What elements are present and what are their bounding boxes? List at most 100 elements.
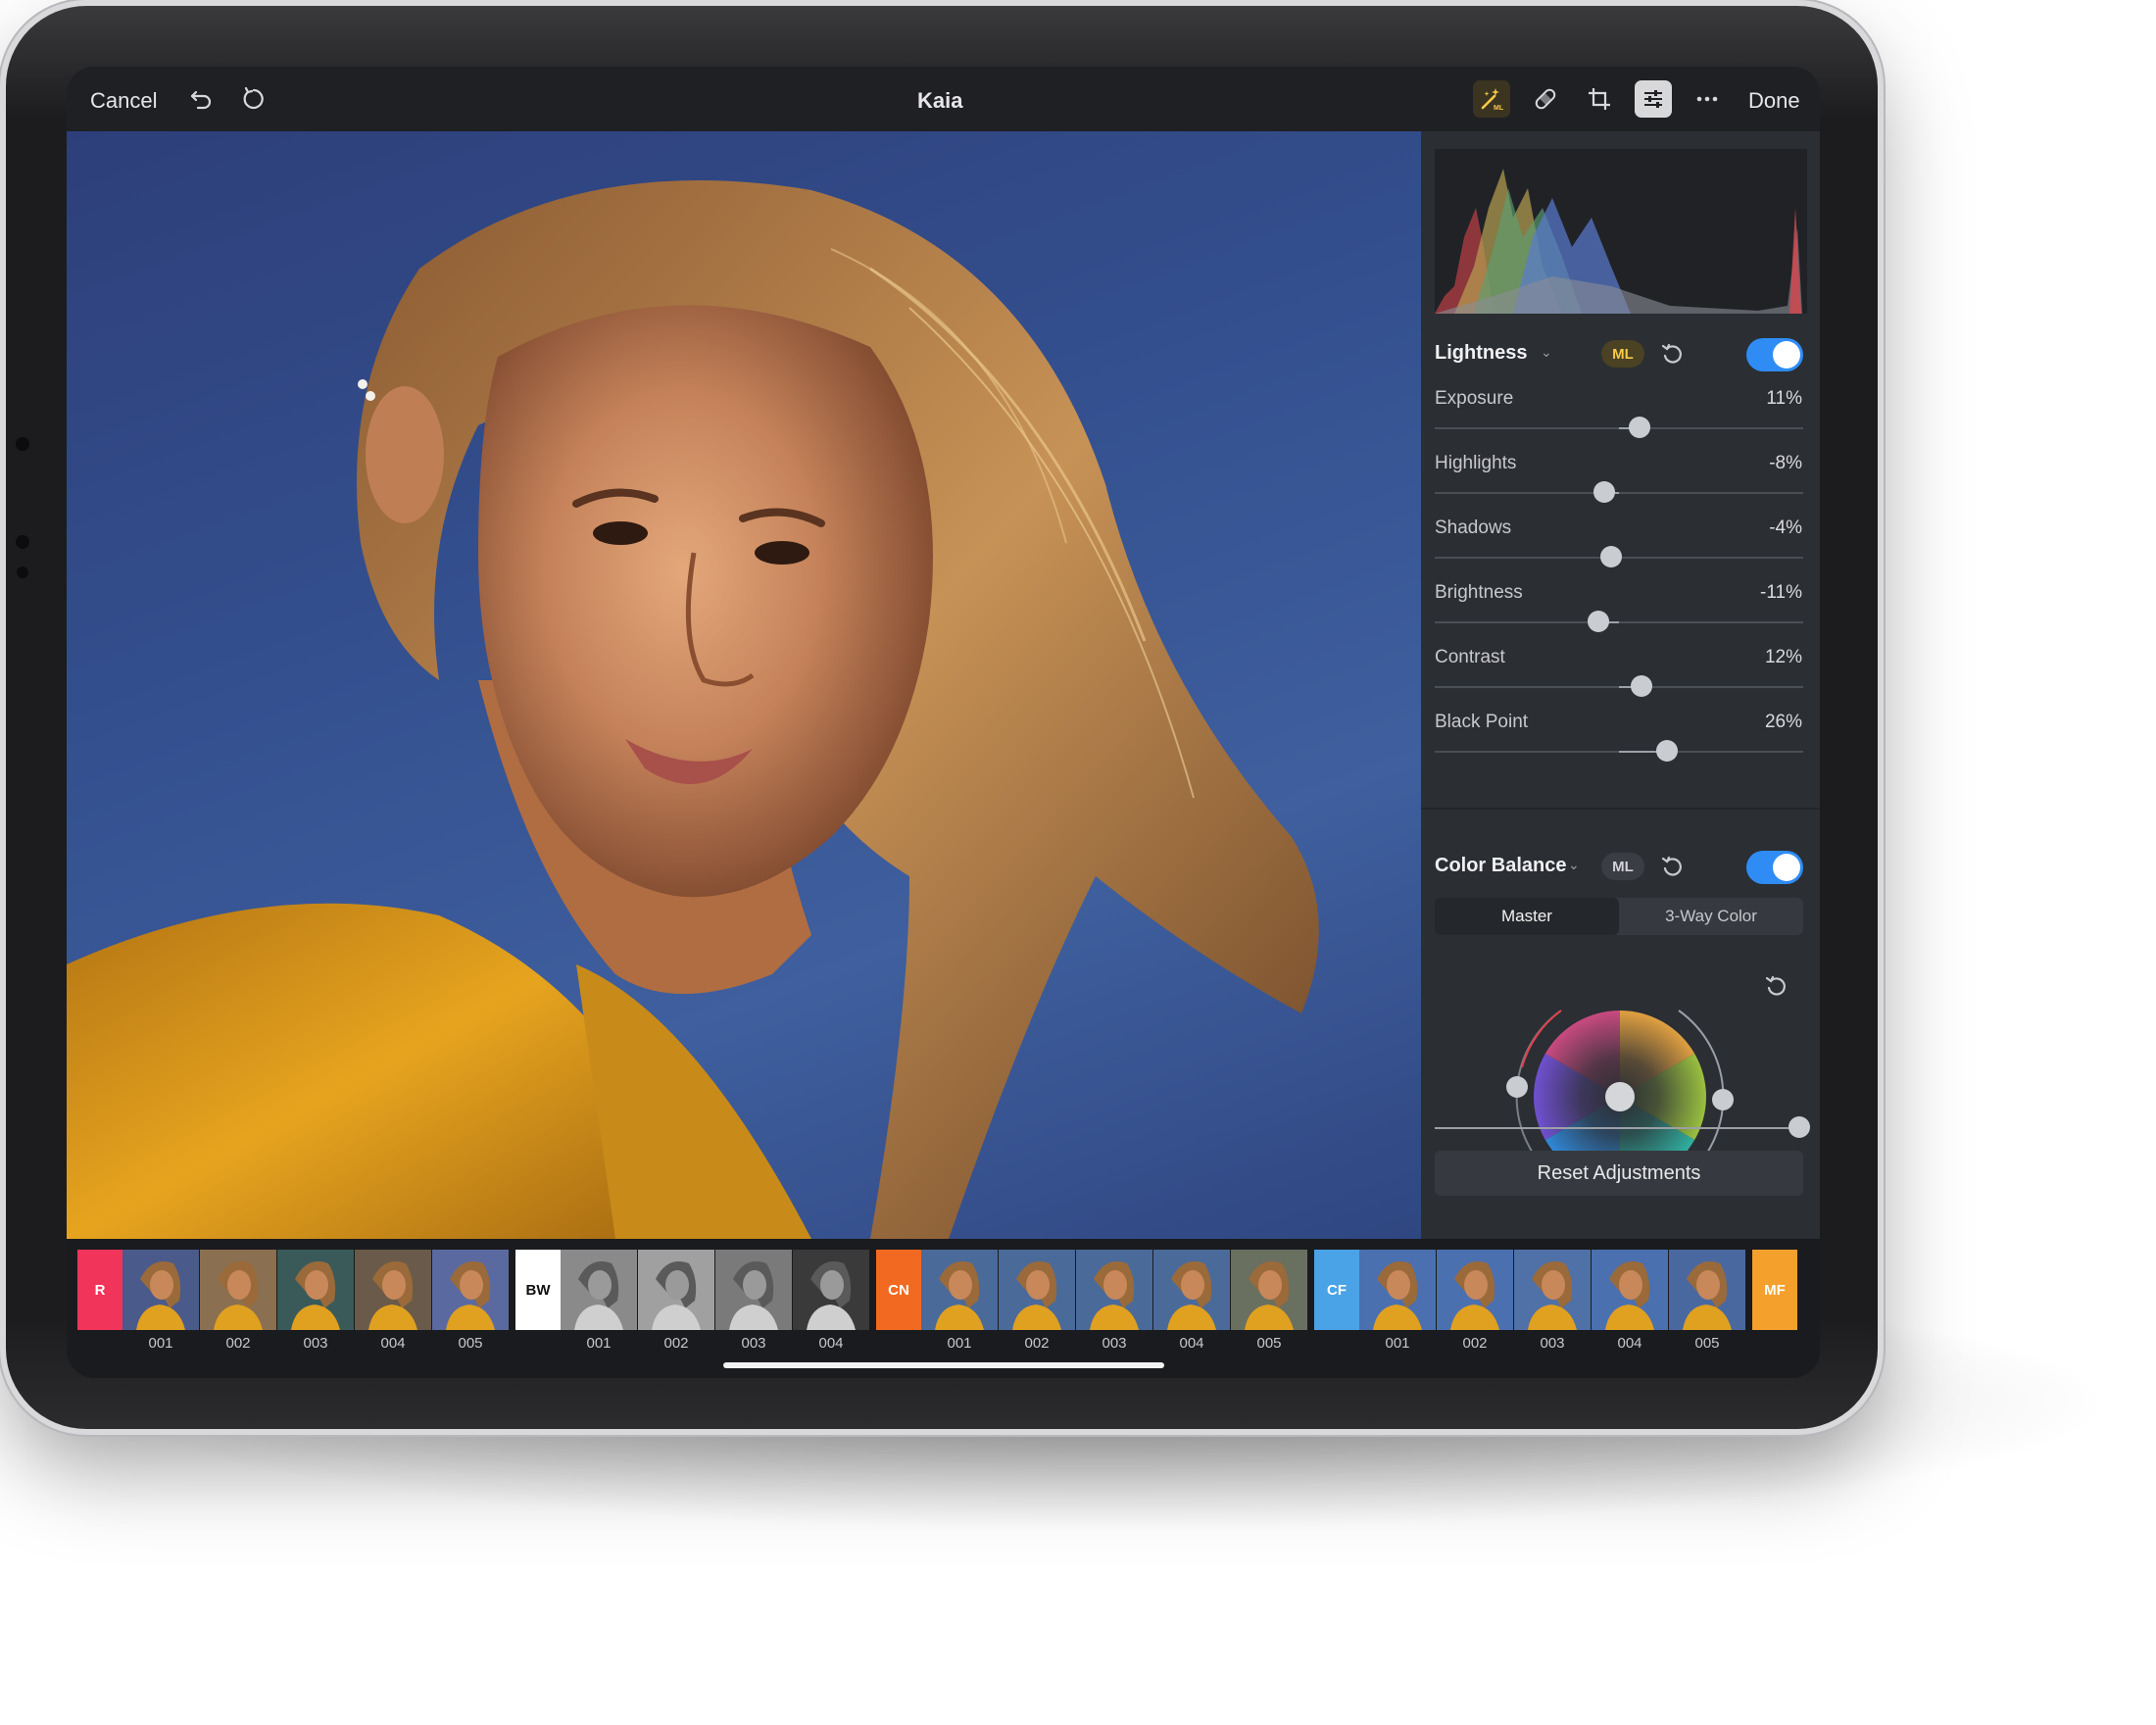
more-icon[interactable] [1689,80,1726,118]
preset-thumbnail[interactable] [432,1250,509,1330]
slider-knob[interactable] [1788,1116,1810,1138]
preset-group-bw[interactable]: BW [515,1250,561,1330]
tab-master[interactable]: Master [1435,898,1619,935]
thumbnail-image [1153,1250,1230,1330]
slider-value: -8% [1769,453,1802,473]
preset-thumbnail[interactable] [1231,1250,1307,1330]
thumbnail-image [999,1250,1075,1330]
thumbnail-image [200,1250,276,1330]
preset-thumbnail[interactable] [200,1250,276,1330]
slider-track[interactable] [1435,417,1803,438]
preset-number: 004 [1179,1335,1204,1352]
color-balance-reset-icon[interactable] [1660,855,1686,885]
preset-number: 002 [225,1335,251,1352]
thumbnail-image [1076,1250,1152,1330]
slider-track[interactable] [1435,740,1803,762]
thumbnail-image [122,1250,199,1330]
preset-thumbnail[interactable] [1153,1250,1230,1330]
preset-thumbnail[interactable] [638,1250,714,1330]
slider-knob[interactable] [1655,740,1678,762]
preset-number: 002 [663,1335,689,1352]
lightness-reset-icon[interactable] [1660,342,1686,372]
slider-label: Black Point [1435,712,1529,732]
preset-number: 001 [947,1335,972,1352]
preset-thumbnail[interactable] [793,1250,869,1330]
slider-value: 11% [1766,388,1802,409]
slider-fill [1435,1127,1803,1129]
side-sensor [17,567,28,578]
tab-3-way-color[interactable]: 3-Way Color [1619,898,1803,935]
thumbnail-image [1592,1250,1668,1330]
crop-icon[interactable] [1581,80,1618,118]
portrait-photo [67,180,1319,1239]
preset-group-mf[interactable]: MF [1752,1250,1797,1330]
slider-label: Highlights [1435,453,1517,473]
preset-number: 001 [586,1335,612,1352]
slider-track[interactable] [1435,481,1803,503]
app-screen: Cancel Kaia ML Done Lightness ⌄ ML Expos… [67,67,1820,1378]
thumbnail-image [277,1250,354,1330]
preset-thumbnail[interactable] [999,1250,1075,1330]
preset-thumbnail[interactable] [1359,1250,1436,1330]
adjustments-panel: Lightness ⌄ ML Exposure 11% Highlights -8% S… [1421,131,1820,1239]
ml-magic-wand-icon[interactable]: ML [1473,80,1510,118]
slider-label: Contrast [1435,647,1505,667]
thumbnail-image [1359,1250,1436,1330]
color-wheel-reset-icon[interactable] [1764,974,1789,1005]
lightness-ml-button[interactable]: ML [1601,340,1644,368]
slider-knob[interactable] [1628,417,1650,438]
home-indicator[interactable] [723,1362,1164,1368]
bandage-repair-icon[interactable] [1527,80,1564,118]
preset-group-r[interactable]: R [77,1250,122,1330]
preset-number: 003 [741,1335,766,1352]
preset-thumbnail[interactable] [1076,1250,1152,1330]
slider-label: Brightness [1435,582,1523,603]
preset-group-cn[interactable]: CN [876,1250,921,1330]
color-balance-ml-button[interactable]: ML [1601,853,1644,880]
slider-track[interactable] [1435,611,1803,632]
color-balance-toggle[interactable] [1746,851,1803,884]
preset-number: 003 [303,1335,328,1352]
top-toolbar: Cancel Kaia ML Done [67,67,1820,131]
adjust-sliders-icon[interactable] [1635,80,1672,118]
slider-knob[interactable] [1588,611,1610,632]
preset-thumbnail[interactable] [122,1250,199,1330]
slider-track[interactable] [1435,675,1803,697]
thumbnail-image [921,1250,998,1330]
preset-thumbnail[interactable] [1437,1250,1513,1330]
slider-knob[interactable] [1592,481,1615,503]
preset-number: 001 [1385,1335,1410,1352]
chevron-down-icon[interactable]: ⌄ [1568,857,1580,873]
side-sensor [16,437,29,451]
photo-canvas[interactable] [67,131,1421,1239]
preset-thumbnail[interactable] [277,1250,354,1330]
cancel-button[interactable]: Cancel [90,88,157,114]
preset-thumbnail[interactable] [1592,1250,1668,1330]
preset-thumbnail[interactable] [561,1250,637,1330]
preset-thumbnail[interactable] [921,1250,998,1330]
undo-icon[interactable] [182,80,220,118]
slider-knob[interactable] [1600,546,1623,567]
slider-label: Shadows [1435,518,1512,538]
color-balance-title[interactable]: Color Balance [1435,855,1566,877]
chevron-down-icon[interactable]: ⌄ [1541,344,1552,361]
reset-adjustments-button[interactable]: Reset Adjustments [1435,1151,1803,1196]
lightness-title[interactable]: Lightness [1435,342,1527,365]
thumbnail-image [1514,1250,1591,1330]
preset-thumbnail[interactable] [1669,1250,1745,1330]
thumbnail-image [715,1250,792,1330]
preset-number: 003 [1540,1335,1565,1352]
slider-track[interactable] [1435,546,1803,567]
preset-filmstrip: R 001 002 003 004 005 BW 001 002 003 004 CN 001 002 00… [67,1239,1820,1378]
preset-number: 004 [818,1335,844,1352]
slider-label: Exposure [1435,388,1514,409]
preset-thumbnail[interactable] [1514,1250,1591,1330]
done-button[interactable]: Done [1748,88,1800,114]
preset-thumbnail[interactable] [355,1250,431,1330]
color-balance-intensity-slider[interactable] [1435,1116,1810,1138]
redo-icon[interactable] [235,80,272,118]
preset-thumbnail[interactable] [715,1250,792,1330]
lightness-toggle[interactable] [1746,338,1803,371]
preset-group-cf[interactable]: CF [1314,1250,1359,1330]
slider-knob[interactable] [1630,675,1652,697]
